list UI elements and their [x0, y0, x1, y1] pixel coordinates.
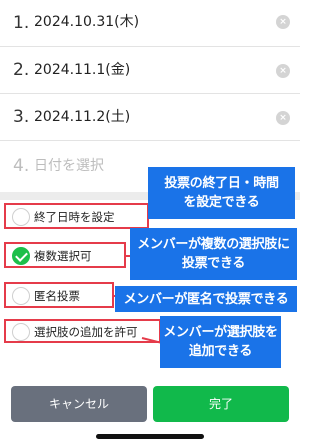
home-indicator	[96, 434, 204, 439]
callout-multiple-choice: メンバーが複数の選択肢に 投票できる	[130, 228, 297, 280]
callout-text: 追加できる	[188, 344, 253, 359]
callout-allow-add: メンバーが選択肢を 追加できる	[160, 316, 281, 368]
clear-icon[interactable]: ×	[276, 15, 290, 29]
callout-text: メンバーが複数の選択肢に	[137, 237, 290, 252]
option-label: 選択肢の追加を許可	[34, 325, 138, 339]
radio-unchecked-icon[interactable]	[12, 207, 30, 226]
cancel-button[interactable]: キャンセル	[11, 386, 147, 422]
callout-text: 投票の終了日・時間	[164, 176, 279, 191]
date-number: 1.	[13, 13, 30, 33]
date-value: 2024.11.2(土)	[34, 109, 131, 125]
option-label: 終了日時を設定	[34, 210, 115, 224]
radio-unchecked-icon[interactable]	[12, 322, 30, 341]
option-end-datetime[interactable]: 終了日時を設定	[4, 203, 149, 229]
clear-icon[interactable]: ×	[276, 64, 290, 78]
callout-text: を設定できる	[183, 195, 260, 210]
option-anonymous[interactable]: 匿名投票	[4, 282, 114, 308]
date-value: 2024.10.31(木)	[34, 14, 140, 30]
option-multiple-choice[interactable]: 複数選択可	[4, 242, 126, 268]
checkmark-circle-icon[interactable]	[12, 246, 30, 265]
option-label: 複数選択可	[34, 249, 92, 263]
callout-anonymous: メンバーが匿名で投票できる	[115, 286, 297, 312]
date-row-3[interactable]: 3. 2024.11.2(土) ×	[0, 94, 300, 141]
date-number: 4.	[13, 156, 30, 176]
callout-text: メンバーが匿名で投票できる	[123, 291, 289, 307]
radio-unchecked-icon[interactable]	[12, 286, 30, 305]
date-number: 2.	[13, 60, 30, 80]
callout-text: メンバーが選択肢を	[163, 325, 278, 340]
date-row-1[interactable]: 1. 2024.10.31(木) ×	[0, 0, 300, 47]
date-placeholder: 日付を選択	[34, 158, 104, 174]
done-button[interactable]: 完了	[153, 386, 289, 422]
date-value: 2024.11.1(金)	[34, 62, 131, 78]
callout-text: 投票できる	[181, 256, 246, 271]
option-allow-add[interactable]: 選択肢の追加を許可	[4, 319, 161, 343]
clear-icon[interactable]: ×	[276, 111, 290, 125]
date-row-2[interactable]: 2. 2024.11.1(金) ×	[0, 47, 300, 94]
callout-end-datetime: 投票の終了日・時間 を設定できる	[148, 167, 295, 219]
date-number: 3.	[13, 107, 30, 127]
option-label: 匿名投票	[34, 289, 80, 303]
